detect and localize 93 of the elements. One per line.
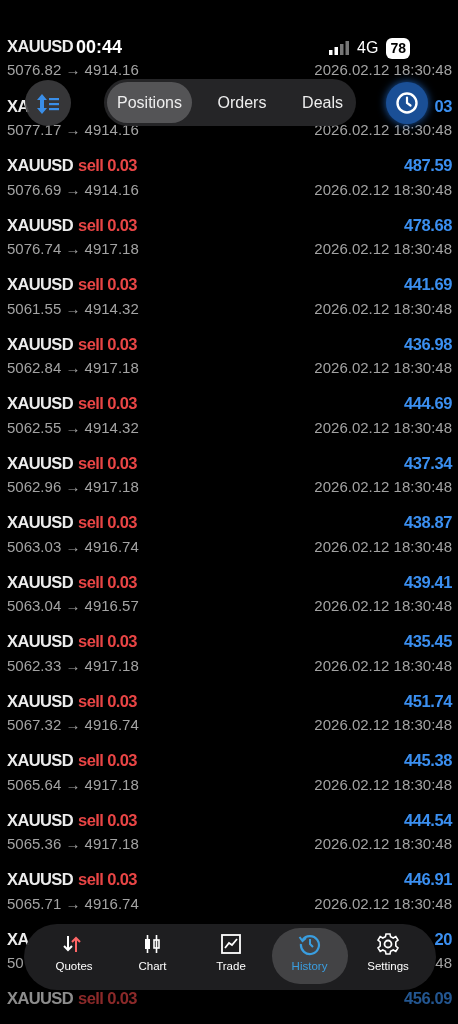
symbol-text: XAUUSD (7, 393, 74, 414)
time-text: 2026.02.12 18:30:48 (314, 60, 452, 80)
symbol-text: XAUUSD (7, 809, 74, 831)
profit-text: 444.54 (403, 809, 452, 831)
symbol-text: XAUUSD (7, 214, 74, 236)
profit-text: 456.09 (403, 988, 452, 1009)
price-text: 5076.82 → 4914.16 (7, 60, 139, 80)
symbol-text: XAUUSD (7, 750, 74, 771)
profit-text: 444.69 (403, 393, 452, 414)
profit-text: 446.91 (403, 869, 452, 890)
symbol-text: XAUUSD (7, 452, 74, 474)
time-text: 2026.02.12 18:30:48 (314, 655, 452, 676)
price-text: 5062.55 → 4914.32 (7, 417, 139, 438)
clock-time: 00:44 (76, 36, 123, 59)
price-text: 50 (7, 952, 24, 973)
time-text: 48 (435, 952, 452, 973)
battery-level: 78 (386, 37, 410, 59)
price-text: 5061.55 → 4914.32 (7, 298, 139, 319)
trade-text: sell 0.03 (78, 512, 137, 533)
profit-text: 451.74 (403, 690, 452, 712)
time-text: 2026.02.12 18:30:48 (314, 774, 452, 795)
profit-text: 438.87 (403, 512, 452, 533)
time-text: 2026.02.12 18:30:48 (314, 477, 452, 498)
trade-text: sell 0.03 (78, 571, 137, 593)
price-text: 5065.64 → 4917.18 (7, 774, 139, 795)
nav-tab[interactable]: Settings (350, 928, 426, 984)
nav-tab[interactable]: Chart (114, 928, 191, 984)
nav-tab[interactable]: Quotes (36, 928, 112, 984)
time-text: 2026.02.12 18:30:48 (314, 239, 452, 260)
trade-text: sell 0.03 (78, 750, 137, 771)
trade-text: sell 0.03 (78, 631, 137, 652)
segment-tab[interactable]: Orders (207, 82, 277, 123)
symbol-text: XAUUSD (7, 988, 74, 1009)
clock-icon (395, 91, 419, 116)
profit-text: 439.41 (403, 571, 452, 593)
price-text: 5062.33 → 4917.18 (7, 655, 139, 676)
profit-text: 03 (434, 95, 452, 117)
sort-icon (36, 92, 60, 115)
time-text: 2026.02.12 18:30:48 (314, 358, 452, 379)
symbol-text: XAUUSD (7, 155, 74, 176)
time-text: 2026.02.12 18:30:48 (314, 298, 452, 319)
profit-text: 441.69 (403, 274, 452, 295)
time-text: 2026.02.12 18:30:48 (314, 834, 452, 855)
symbol-text: XAUUSD (7, 869, 74, 890)
price-text: 5062.96 → 4917.18 (7, 477, 139, 498)
price-text: 5065.71 → 4916.74 (7, 893, 139, 914)
segment-tab[interactable]: Positions (107, 82, 192, 123)
trade-text: sell 0.03 (78, 155, 137, 176)
price-text: 5076.74 → 4917.18 (7, 239, 139, 260)
nav-tab[interactable]: Trade (193, 928, 269, 984)
profit-text: 435.45 (403, 631, 452, 652)
trade-text: sell 0.03 (78, 869, 137, 890)
symbol-text: XAUUSD (7, 631, 74, 652)
price-text: 5062.84 → 4917.18 (7, 358, 139, 379)
trade-text: sell 0.03 (78, 988, 137, 1009)
trade-text: sell 0.03 (78, 452, 137, 474)
price-text: 5063.04 → 4916.57 (7, 596, 139, 617)
price-text: 5067.32 → 4916.74 (7, 715, 139, 736)
price-text: 5065.36 → 4917.18 (7, 834, 139, 855)
profit-text: 437.34 (403, 452, 452, 474)
time-text: 2026.02.12 18:30:48 (314, 536, 452, 557)
symbol-text: XA (7, 928, 29, 950)
trade-text: sell 0.03 (78, 214, 137, 236)
network-text: 4G (357, 38, 379, 58)
history-icon (297, 932, 322, 956)
history-button[interactable] (386, 82, 428, 124)
price-text: 5063.03 → 4916.74 (7, 536, 139, 557)
symbol-text: XAUUSD (7, 333, 74, 355)
price-text: 5076.69 → 4914.16 (7, 179, 139, 200)
time-text: 2026.02.12 18:30:48 (314, 417, 452, 438)
time-text: 2026.02.12 18:30:48 (314, 596, 452, 617)
signal-icon (329, 41, 350, 55)
trade-text: sell 0.03 (78, 333, 137, 355)
profit-text: 436.98 (403, 333, 452, 355)
time-text: 2026.02.12 18:30:48 (314, 893, 452, 914)
trade-text: sell 0.03 (78, 690, 137, 712)
symbol-text: XAUUSD (7, 690, 74, 712)
symbol-text: XAUUSD (7, 512, 74, 533)
line-chart-icon (219, 932, 243, 956)
trade-text: sell 0.03 (78, 274, 137, 295)
profit-text: 20 (434, 928, 452, 950)
profit-text: 478.68 (403, 214, 452, 236)
settings-icon (376, 932, 400, 956)
symbol-text: XAUUSD (7, 36, 74, 57)
trade-text: sell 0.03 (78, 809, 137, 831)
symbol-text: XAUUSD (7, 274, 74, 295)
trade-text: sell 0.03 (78, 393, 137, 414)
symbol-text: XAUUSD (7, 571, 74, 593)
profit-text: 487.59 (403, 155, 452, 176)
time-text: 2026.02.12 18:30:48 (314, 715, 452, 736)
symbol-text: XA (7, 95, 29, 117)
profit-text: 445.38 (403, 750, 452, 771)
time-text: 2026.02.12 18:30:48 (314, 179, 452, 200)
